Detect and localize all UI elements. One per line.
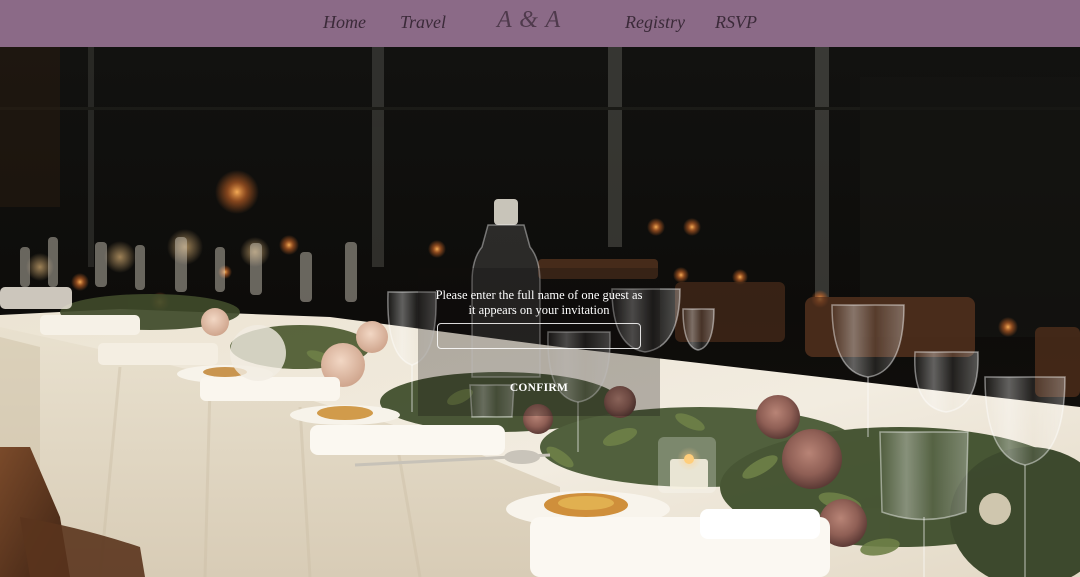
guest-lookup-dialog: Please enter the full name of one guest … (418, 268, 660, 416)
site-logo-monogram[interactable]: A & A (497, 7, 561, 34)
nav-link-registry[interactable]: Registry (625, 12, 685, 33)
confirm-button[interactable]: CONFIRM (488, 378, 590, 398)
guest-name-input[interactable] (437, 323, 641, 349)
nav-link-travel[interactable]: Travel (400, 12, 446, 33)
guest-name-prompt: Please enter the full name of one guest … (428, 288, 650, 318)
prompt-line-1: Please enter the full name of one guest … (435, 288, 643, 302)
top-nav-bar: Home Travel A & A Registry RSVP (0, 0, 1080, 47)
prompt-line-2: it appears on your invitation (468, 303, 610, 317)
nav-link-home[interactable]: Home (323, 12, 366, 33)
nav-link-rsvp[interactable]: RSVP (715, 12, 757, 33)
